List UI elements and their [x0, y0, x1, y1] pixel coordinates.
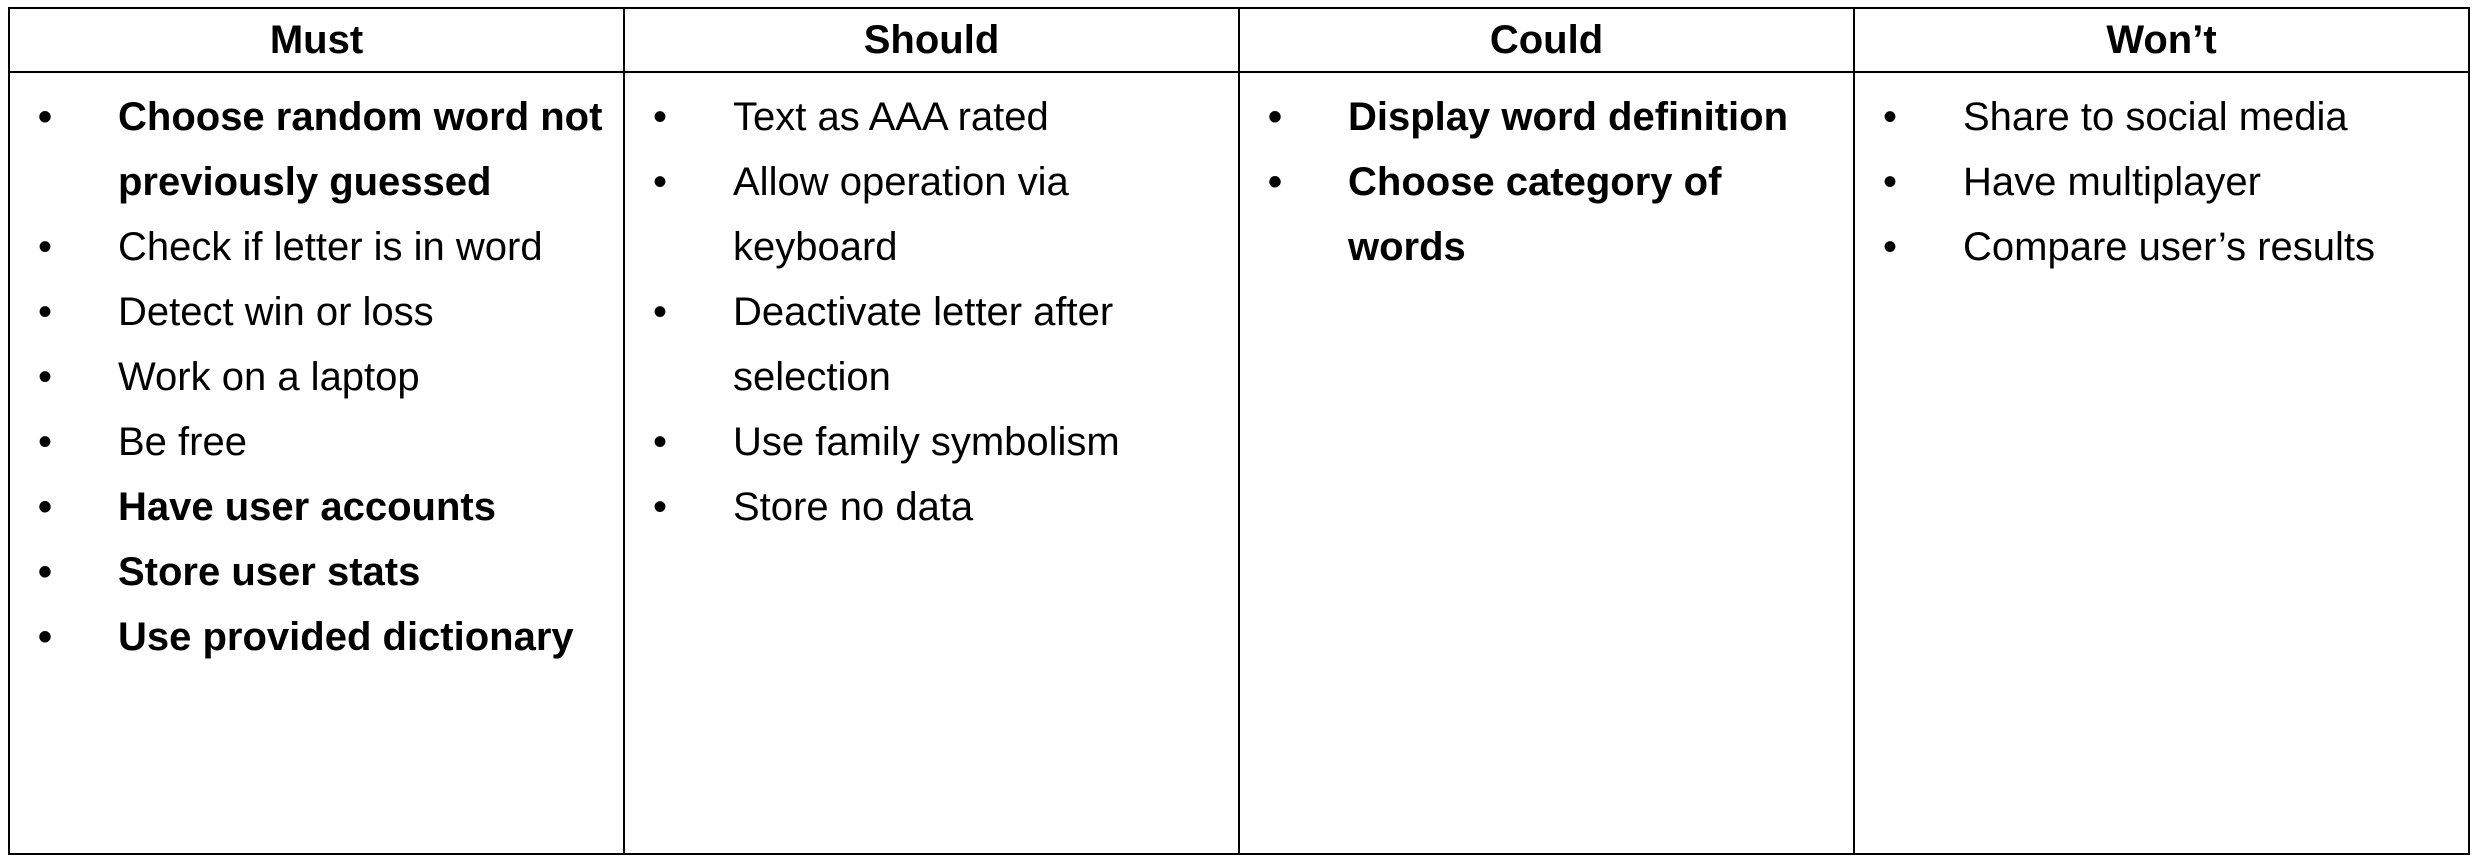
list-item-text: Detect win or loss — [118, 290, 434, 334]
bullet-icon: • — [653, 420, 668, 464]
list-item-text: Use provided dictionary — [118, 615, 574, 659]
bullet-icon: • — [38, 615, 53, 659]
list-item: • Choose random word not previously guess… — [10, 85, 615, 215]
bullet-icon: • — [653, 485, 668, 529]
bullet-icon: • — [653, 290, 668, 334]
list-item-text: Have multiplayer — [1963, 160, 2261, 204]
body-row: • Choose random word not previously guess… — [8, 71, 2470, 855]
list-item: • Use family symbolism — [625, 410, 1230, 475]
list-item: • Choose category of words — [1240, 150, 1845, 280]
list-item: • Have multiplayer — [1855, 150, 2460, 215]
list-item: • Share to social media — [1855, 85, 2460, 150]
list-item: • Allow operation via keyboard — [625, 150, 1230, 280]
bullet-icon: • — [1268, 95, 1283, 139]
bullet-icon: • — [38, 355, 53, 399]
bullet-icon: • — [38, 290, 53, 334]
bullet-icon: • — [38, 420, 53, 464]
cell-could: • Display word definition • Choose category… — [1238, 71, 1855, 855]
list-item-text: Choose category of words — [1348, 160, 1722, 269]
list-item-text: Work on a laptop — [118, 355, 420, 399]
list-item-text: Store no data — [733, 485, 974, 529]
list-item: • Be free — [10, 410, 615, 475]
bullet-icon: • — [1883, 160, 1898, 204]
bullet-icon: • — [653, 160, 668, 204]
cell-should: • Text as AAA rated • Allow operation via k… — [623, 71, 1240, 855]
bullet-icon: • — [653, 95, 668, 139]
could-list: • Display word definition • Choose category… — [1240, 73, 1853, 280]
bullet-icon: • — [38, 95, 53, 139]
list-item-text: Deactivate letter after selection — [733, 290, 1114, 399]
list-item: • Work on a laptop — [10, 345, 615, 410]
list-item-text: Choose random word not previously guesse… — [118, 95, 603, 204]
list-item: • Have user accounts — [10, 475, 615, 540]
list-item: • Detect win or loss — [10, 280, 615, 345]
list-item: • Display word definition — [1240, 85, 1845, 150]
list-item: • Store no data — [625, 475, 1230, 540]
list-item: • Check if letter is in word — [10, 215, 615, 280]
list-item-text: Store user stats — [118, 550, 421, 594]
header-must: Must — [8, 7, 625, 73]
list-item-text: Have user accounts — [118, 485, 496, 529]
list-item-text: Display word definition — [1348, 95, 1789, 139]
list-item: • Deactivate letter after selection — [625, 280, 1230, 410]
list-item-text: Use family symbolism — [733, 420, 1120, 464]
bullet-icon: • — [38, 550, 53, 594]
bullet-icon: • — [1883, 95, 1898, 139]
moscow-table: Must Should Could Won’t • Choose random w… — [8, 7, 2470, 855]
bullet-icon: • — [1268, 160, 1283, 204]
header-could: Could — [1238, 7, 1855, 73]
wont-list: • Share to social media • Have multiplayer •… — [1855, 73, 2468, 280]
header-row: Must Should Could Won’t — [8, 7, 2470, 73]
list-item-text: Text as AAA rated — [733, 95, 1049, 139]
list-item-text: Share to social media — [1963, 95, 2348, 139]
list-item: • Text as AAA rated — [625, 85, 1230, 150]
list-item-text: Be free — [118, 420, 247, 464]
list-item: • Compare user’s results — [1855, 215, 2460, 280]
cell-wont: • Share to social media • Have multiplayer •… — [1853, 71, 2470, 855]
bullet-icon: • — [38, 485, 53, 529]
list-item-text: Allow operation via keyboard — [733, 160, 1069, 269]
must-list: • Choose random word not previously guess… — [10, 73, 623, 670]
list-item: • Use provided dictionary — [10, 605, 615, 670]
bullet-icon: • — [38, 225, 53, 269]
list-item-text: Check if letter is in word — [118, 225, 543, 269]
header-should: Should — [623, 7, 1240, 73]
should-list: • Text as AAA rated • Allow operation via k… — [625, 73, 1238, 540]
bullet-icon: • — [1883, 225, 1898, 269]
cell-must: • Choose random word not previously guess… — [8, 71, 625, 855]
list-item: • Store user stats — [10, 540, 615, 605]
header-wont: Won’t — [1853, 7, 2470, 73]
list-item-text: Compare user’s results — [1963, 225, 2376, 269]
